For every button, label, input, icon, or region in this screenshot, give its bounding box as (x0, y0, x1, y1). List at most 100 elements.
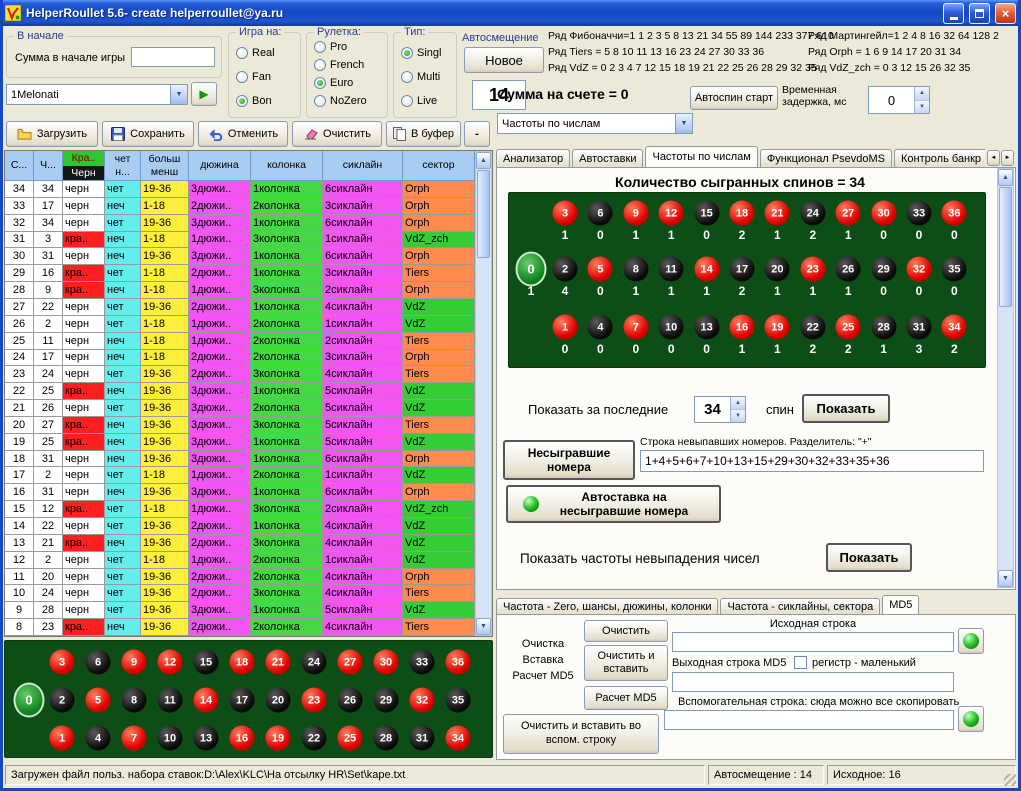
freq-missing-button[interactable]: Показать (826, 543, 912, 572)
undo-button[interactable]: Отменить (198, 121, 288, 147)
md5-source-action-button[interactable] (958, 628, 984, 654)
roulette-number-17[interactable]: 17 (230, 688, 255, 713)
load-button[interactable]: Загрузить (6, 121, 98, 147)
roulette-number-10[interactable]: 10 (158, 726, 183, 751)
scroll-up-button[interactable]: ▲ (998, 169, 1013, 186)
main-tab-3[interactable]: Функционал PsevdoMS (760, 149, 892, 167)
titlebar[interactable]: HelperRoullet 5.6- create helperroullet@… (0, 0, 1021, 26)
roulette-number-1[interactable]: 1 (50, 726, 75, 751)
radio-pro[interactable]: Pro (314, 41, 347, 53)
chevron-down-icon[interactable]: ▼ (675, 114, 692, 133)
roulette-number-36[interactable]: 36 (446, 650, 471, 675)
roulette-number-3[interactable]: 3 (50, 650, 75, 675)
panel-scrollbar[interactable]: ▲ ▼ (997, 168, 1014, 588)
radio-french[interactable]: French (314, 59, 364, 71)
delay-up-button[interactable]: ▲ (915, 87, 929, 101)
roulette-number-26[interactable]: 26 (338, 688, 363, 713)
tabs-scroll-right-button[interactable]: ► (1001, 150, 1014, 166)
roulette-number-23[interactable]: 23 (302, 688, 327, 713)
roulette-number-34[interactable]: 34 (446, 726, 471, 751)
roulette-number-25[interactable]: 25 (338, 726, 363, 751)
radio-nozero[interactable]: NoZero (314, 95, 367, 107)
scroll-up-button[interactable]: ▲ (476, 152, 491, 169)
resize-grip[interactable] (1004, 774, 1016, 786)
roulette-number-13[interactable]: 13 (194, 726, 219, 751)
maximize-button[interactable] (969, 3, 990, 24)
copy-to-buffer-button[interactable]: В буфер (386, 121, 461, 147)
roulette-number-30[interactable]: 30 (374, 650, 399, 675)
table-row[interactable]: 2126чернчет19-363дюжи..2колонка5сиклайнV… (5, 400, 475, 417)
radio-multi[interactable]: Multi (401, 71, 440, 83)
main-tab-4[interactable]: Контроль банкр (894, 149, 985, 167)
scroll-down-button[interactable]: ▼ (476, 618, 491, 635)
md5-aux-input[interactable] (664, 710, 954, 730)
table-row[interactable]: 2225кра..неч19-363дюжи..1колонка5сиклайн… (5, 383, 475, 400)
roulette-number-9[interactable]: 9 (122, 650, 147, 675)
radio-fan[interactable]: Fan (236, 71, 271, 83)
save-button[interactable]: Сохранить (102, 121, 194, 147)
preset-combobox[interactable]: 1Melonati ▼ (6, 84, 188, 105)
scroll-thumb[interactable] (477, 170, 490, 258)
roulette-number-4[interactable]: 4 (86, 726, 111, 751)
roulette-number-7[interactable]: 7 (122, 726, 147, 751)
main-tab-2[interactable]: Частоты по числам (645, 146, 757, 167)
table-row[interactable]: 3434чернчет19-363дюжи..1колонка6сиклайнO… (5, 181, 475, 198)
roulette-number-2[interactable]: 2 (50, 688, 75, 713)
delay-down-button[interactable]: ▼ (915, 101, 929, 114)
roulette-number-21[interactable]: 21 (266, 650, 291, 675)
register-checkbox[interactable] (794, 656, 807, 669)
main-tab-0[interactable]: Анализатор (496, 149, 570, 167)
md5-aux-action-button[interactable] (958, 706, 984, 732)
delay-spinner[interactable]: 0 ▲ ▼ (868, 86, 930, 114)
missed-numbers-button[interactable]: Несыгравшие номера (503, 440, 635, 480)
table-row[interactable]: 2027кра..неч19-363дюжи..3колонка5сиклайн… (5, 417, 475, 434)
mode-combobox[interactable]: Частоты по числам ▼ (497, 113, 693, 134)
roulette-number-18[interactable]: 18 (230, 650, 255, 675)
bottom-tab-1[interactable]: Частота - сиклайны, сектора (720, 598, 880, 614)
table-row[interactable]: 172чернчет1-181дюжи..2колонка1сиклайнVdZ (5, 467, 475, 484)
table-row[interactable]: 2722чернчет19-362дюжи..1колонка4сиклайнV… (5, 299, 475, 316)
table-row[interactable]: 1831черннеч19-363дюжи..1колонка6сиклайнO… (5, 451, 475, 468)
table-row[interactable]: 3234чернчет19-363дюжи..1колонка6сиклайнO… (5, 215, 475, 232)
bottom-tab-0[interactable]: Частота - Zero, шансы, дюжины, колонки (496, 598, 718, 614)
roulette-number-22[interactable]: 22 (302, 726, 327, 751)
roulette-number-27[interactable]: 27 (338, 650, 363, 675)
chevron-down-icon[interactable]: ▼ (170, 85, 187, 104)
main-tab-1[interactable]: Автоставки (572, 149, 643, 167)
roulette-number-16[interactable]: 16 (230, 726, 255, 751)
minimize-button[interactable] (943, 3, 964, 24)
show-last-button[interactable]: Показать (802, 394, 890, 423)
table-row[interactable]: 1512кра..чет1-181дюжи..3колонка2сиклайнV… (5, 501, 475, 518)
missed-string-input[interactable] (640, 450, 984, 472)
radio-real[interactable]: Real (236, 47, 275, 59)
spin-up-button[interactable]: ▲ (731, 397, 745, 410)
table-row[interactable]: 1631черннеч19-363дюжи..1колонка6сиклайнO… (5, 484, 475, 501)
scroll-thumb[interactable] (999, 187, 1012, 307)
roulette-number-6[interactable]: 6 (86, 650, 111, 675)
new-button[interactable]: Новое (464, 47, 544, 73)
spin-down-button[interactable]: ▼ (731, 410, 745, 422)
collapse-button[interactable]: - (464, 121, 490, 147)
roulette-number-19[interactable]: 19 (266, 726, 291, 751)
scroll-down-button[interactable]: ▼ (998, 570, 1013, 587)
table-row[interactable]: 1120чернчет19-362дюжи..2колонка4сиклайнO… (5, 569, 475, 586)
md5-source-input[interactable] (672, 632, 954, 652)
autobet-missed-button[interactable]: Автоставка на несыгравшие номера (506, 485, 721, 523)
table-row[interactable]: 2417черннеч1-182дюжи..2колонка3сиклайнOr… (5, 350, 475, 367)
show-last-spinner[interactable]: 34 ▲ ▼ (694, 396, 746, 423)
roulette-number-28[interactable]: 28 (374, 726, 399, 751)
table-row[interactable]: 313кра..неч1-181дюжи..3колонка1сиклайнVd… (5, 232, 475, 249)
roulette-number-5[interactable]: 5 (86, 688, 111, 713)
radio-live[interactable]: Live (401, 95, 437, 107)
roulette-number-20[interactable]: 20 (266, 688, 291, 713)
md5-clear-paste-aux-button[interactable]: Очистить и вставить во вспом. строку (503, 714, 659, 754)
table-row[interactable]: 3031черннеч19-363дюжи..1колонка6сиклайнO… (5, 248, 475, 265)
table-row[interactable]: 1024чернчет19-362дюжи..3колонка4сиклайнT… (5, 585, 475, 602)
roulette-number-0[interactable]: 0 (14, 683, 45, 718)
table-row[interactable]: 1925кра..неч19-363дюжи..1колонка5сиклайн… (5, 434, 475, 451)
clear-button[interactable]: Очистить (292, 121, 382, 147)
table-row[interactable]: 928чернчет19-363дюжи..1колонка5сиклайнVd… (5, 602, 475, 619)
table-row[interactable]: 289кра..неч1-181дюжи..3колонка2сиклайнOr… (5, 282, 475, 299)
tabs-scroll-left-button[interactable]: ◄ (987, 150, 1000, 166)
table-scrollbar[interactable]: ▲ ▼ (475, 151, 492, 636)
